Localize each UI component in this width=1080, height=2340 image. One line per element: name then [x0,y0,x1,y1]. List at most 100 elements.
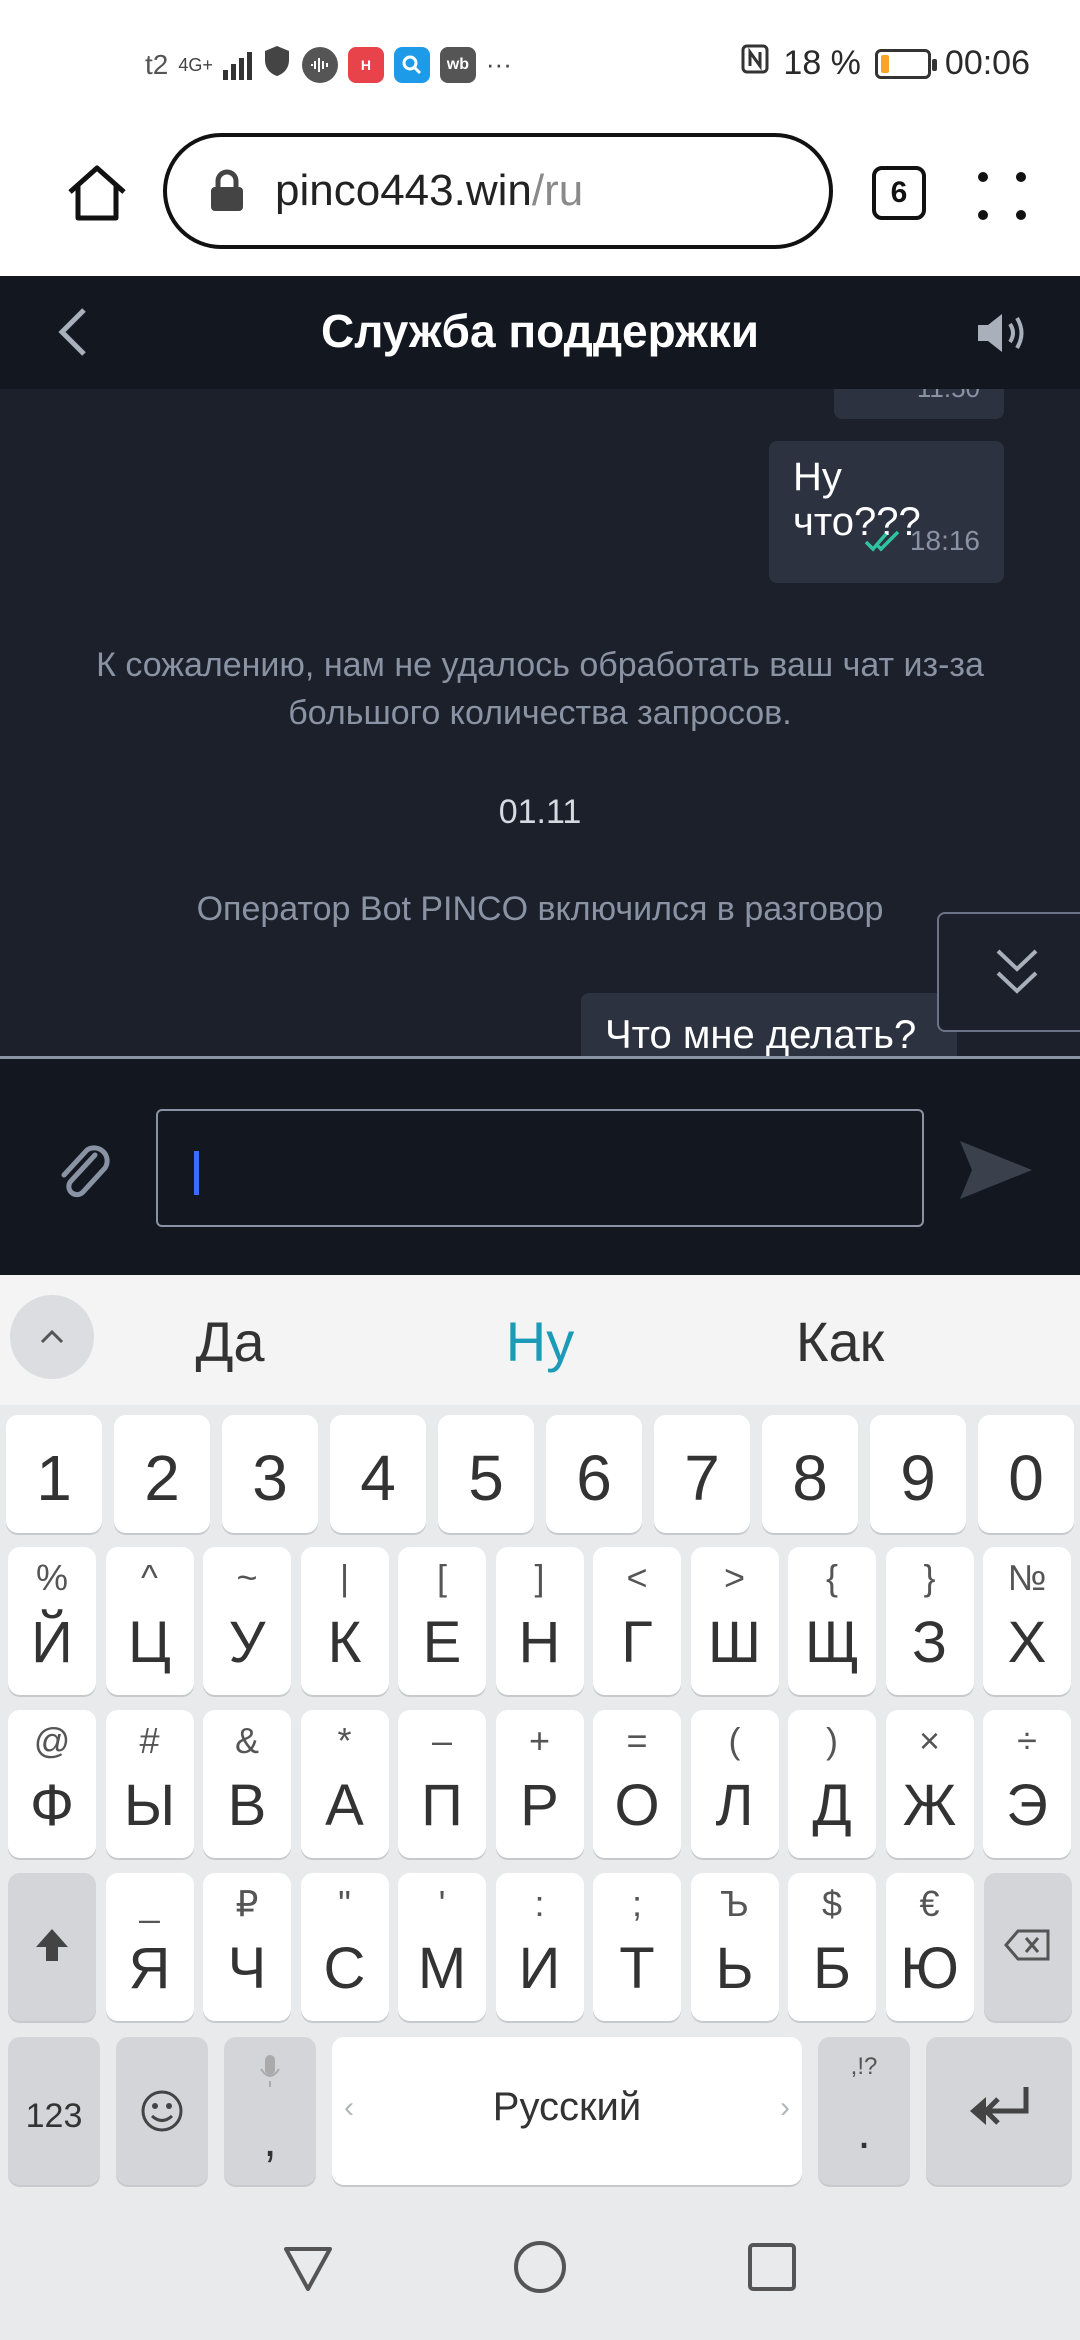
shift-key[interactable] [8,1873,96,2021]
space-key[interactable]: Русский ‹ › [332,2037,802,2185]
key-letter[interactable]: * А [300,1710,389,1858]
key-1[interactable]: 1 [6,1415,102,1533]
key-letter[interactable]: × Ж [885,1710,974,1858]
message-input[interactable] [156,1109,924,1227]
key-7[interactable]: 7 [654,1415,750,1533]
nfc-icon [741,44,769,83]
key-letter[interactable]: & В [203,1710,291,1858]
key-letter[interactable]: % Й [8,1547,96,1695]
key-0[interactable]: 0 [978,1415,1074,1533]
key-label: 1 [36,1442,72,1514]
scroll-to-bottom-button[interactable] [937,912,1080,1032]
comma-key[interactable]: , [224,2037,316,2185]
key-secondary-label: + [528,1720,551,1761]
suggestion-item[interactable]: Как [690,1309,990,1374]
key-letter[interactable]: ~ У [203,1547,291,1695]
key-label: Й [31,1610,73,1675]
suggestion-item[interactable]: Ну [390,1309,690,1374]
wb-app-icon: wb [439,46,476,83]
key-letter[interactable]: " С [300,1873,389,2021]
double-check-icon [864,530,900,552]
key-label: Х [1007,1610,1047,1675]
key-letter[interactable]: + Р [495,1710,584,1858]
key-letter[interactable]: < Г [593,1547,681,1695]
key-letter[interactable]: @ Ф [8,1710,96,1858]
key-letter[interactable]: ₽ Ч [203,1873,291,2021]
key-secondary-label: " [338,1883,351,1924]
key-letter[interactable]: _ Я [105,1873,194,2021]
key-letter[interactable]: ; Т [593,1873,681,2021]
message-time: 18:16 [909,525,980,556]
browser-menu-button[interactable] [972,166,1032,226]
nav-recents-button[interactable] [742,2237,802,2297]
home-button[interactable] [62,158,132,228]
search-app-icon [393,46,430,83]
key-letter[interactable]: } З [885,1547,974,1695]
key-3[interactable]: 3 [222,1415,318,1533]
key-letter[interactable]: {Щ [788,1547,876,1695]
numbers-mode-key[interactable]: 123 [8,2037,100,2185]
key-9[interactable]: 9 [870,1415,966,1533]
smiley-icon [141,2090,183,2132]
key-label: Т [619,1936,655,2001]
key-letter[interactable]: ^ Ц [105,1547,194,1695]
address-bar[interactable]: pinco443.win/ru [163,133,833,249]
key-letter[interactable]: ЪЬ [690,1873,779,2021]
key-secondary-label: & [234,1720,259,1761]
chat-messages[interactable]: 11:50 Ну что??? 18:16 К сожалению, нам н… [0,389,1080,1057]
key-label: Д [812,1773,852,1838]
message-text: Что мне делать? [605,1013,917,1057]
key-letter[interactable]: [Е [398,1547,486,1695]
key-letter[interactable]: :И [495,1873,584,2021]
key-label: Ж [902,1773,957,1838]
suggestion-item[interactable]: Да [80,1309,380,1374]
key-letter[interactable]: | К [300,1547,389,1695]
key-letter[interactable]: ÷ Э [983,1710,1071,1858]
key-letter[interactable]: = О [593,1710,681,1858]
sound-toggle-button[interactable] [974,310,1030,356]
key-letter[interactable]: € Ю [885,1873,974,2021]
key-4[interactable]: 4 [330,1415,426,1533]
key-letter[interactable]: # Ы [105,1710,194,1858]
message-bubble-outgoing: Ну что??? 18:16 [769,441,1004,583]
key-label: 3 [252,1442,288,1514]
enter-key[interactable] [926,2037,1072,2185]
message-bubble-previous: 11:50 [834,389,1004,419]
key-secondary-label: × [918,1720,941,1761]
carrier-label: t2 [145,48,169,80]
key-secondary-label: ) [826,1720,838,1761]
key-5[interactable]: 5 [438,1415,534,1533]
status-left: t2 4G+ H wb ··· [145,44,512,85]
key-label: 6 [576,1442,612,1514]
key-2[interactable]: 2 [114,1415,210,1533]
key-letter[interactable]: $ Б [788,1873,876,2021]
attach-button[interactable] [55,1141,115,1205]
send-button[interactable] [958,1139,1034,1201]
key-letter[interactable]: ' М [398,1873,486,2021]
message-meta: 18:16 [864,525,980,557]
nav-back-button[interactable] [278,2237,338,2297]
key-label: Е [422,1610,462,1675]
message-time: 11:50 [917,389,980,404]
key-letter[interactable]: > Ш [690,1547,779,1695]
period-key[interactable]: ,!?. [818,2037,910,2185]
url-text: pinco443.win/ru [275,166,583,216]
key-6[interactable]: 6 [546,1415,642,1533]
key-label: Ч [227,1936,267,2001]
key-letter[interactable]: ) Д [788,1710,876,1858]
nav-home-button[interactable] [510,2237,570,2297]
key-letter[interactable]: ] Н [495,1547,584,1695]
tabs-button[interactable]: 6 [872,166,926,220]
key-secondary-label: ^ [141,1557,158,1598]
emoji-key[interactable] [116,2037,208,2185]
text-caret [194,1151,199,1195]
key-8[interactable]: 8 [762,1415,858,1533]
key-label: . [857,2106,871,2159]
key-letter[interactable]: (Л [690,1710,779,1858]
key-letter[interactable]: – П [398,1710,486,1858]
backspace-icon [1004,1929,1050,1961]
key-label: К [327,1610,362,1675]
backspace-key[interactable] [984,1873,1072,2021]
key-letter[interactable]: № Х [983,1547,1071,1695]
key-secondary-label: @ [33,1720,71,1761]
